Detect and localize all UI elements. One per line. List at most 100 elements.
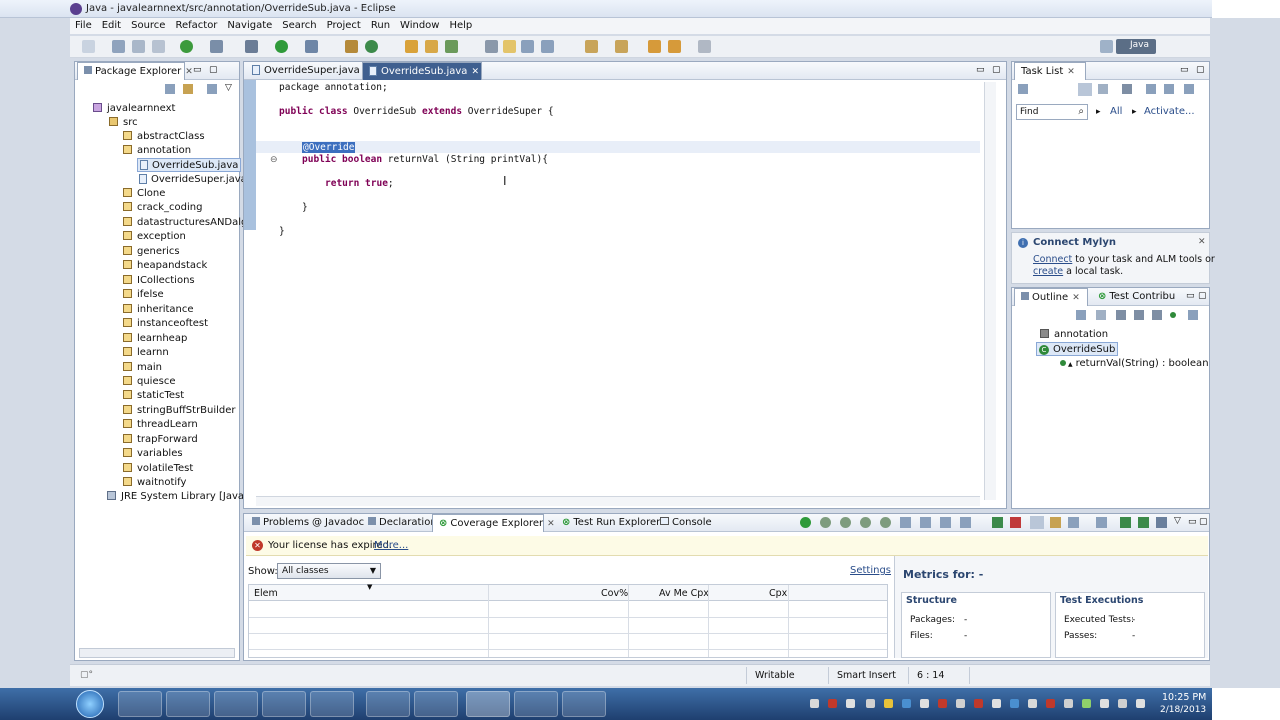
taskbar-powerpoint-icon[interactable] <box>514 691 558 717</box>
taskbar-eclipse-icon[interactable] <box>466 691 510 717</box>
next-annotation-icon[interactable] <box>585 40 598 53</box>
taskbar-chrome-icon[interactable] <box>166 691 210 717</box>
report-options-icon[interactable] <box>1068 517 1079 528</box>
collapse-all-icon[interactable] <box>165 84 175 94</box>
chevron-down-icon[interactable]: ▽ <box>225 83 232 93</box>
taskbar-explorer-icon[interactable] <box>214 691 258 717</box>
tab-package-explorer[interactable]: Package Explorer ✕ <box>77 62 193 80</box>
menu-source[interactable]: Source <box>126 18 170 33</box>
coverage-filter-icon[interactable] <box>900 517 911 528</box>
tree-package[interactable]: annotation <box>123 144 191 158</box>
outline-class-selected[interactable]: C OverrideSub <box>1036 342 1119 356</box>
coverage-debug-icon[interactable] <box>820 517 831 528</box>
tree-package[interactable]: main <box>123 361 162 375</box>
new-task-icon[interactable] <box>1018 84 1028 94</box>
start-button[interactable] <box>76 690 104 718</box>
tray-icon-12[interactable] <box>1010 699 1019 708</box>
hide-nonpublic-icon[interactable] <box>1152 310 1162 320</box>
clock-time[interactable]: 10:25 PM <box>1162 692 1206 703</box>
outline-method[interactable]: ▲ returnVal(String) : boolean <box>1060 357 1209 371</box>
pin-icon[interactable] <box>992 517 1003 528</box>
link-editor-icon[interactable] <box>1188 310 1198 320</box>
tree-package[interactable]: datastructuresANDalgo <box>123 216 254 230</box>
search-tool-icon[interactable] <box>305 40 318 53</box>
tab-console[interactable]: Console <box>654 514 714 532</box>
close-icon[interactable]: ✕ <box>1072 293 1080 303</box>
column-header-elem[interactable]: Elem <box>254 588 278 599</box>
column-header-cov[interactable]: Cov% <box>601 588 628 599</box>
tree-project[interactable]: javalearnnext <box>93 102 175 116</box>
expand-icon[interactable] <box>1164 84 1174 94</box>
tab-test-run-explorer[interactable]: ⊗ Test Run Explorer <box>556 514 660 532</box>
categorized-icon[interactable] <box>1078 83 1092 96</box>
code-line-5[interactable]: return true; <box>325 178 394 189</box>
link-editor-icon[interactable] <box>183 84 193 94</box>
menu-help[interactable]: Help <box>444 18 477 33</box>
menu-project[interactable]: Project <box>322 18 366 33</box>
tree-jre[interactable]: JRE System Library [JavaSE- <box>107 490 260 504</box>
menu-file[interactable]: File <box>70 18 97 33</box>
taskbar-ie-icon[interactable] <box>118 691 162 717</box>
show-whitespace-icon[interactable] <box>541 40 554 53</box>
tree-file-selected[interactable]: OverrideSub.java <box>137 158 242 172</box>
tree-package[interactable]: quiesce <box>123 375 175 389</box>
tray-icon-11[interactable] <box>992 699 1001 708</box>
column-header-cpx[interactable]: Cpx <box>769 588 787 599</box>
sort-icon[interactable] <box>1096 310 1106 320</box>
minimize-icon[interactable]: ▭ <box>976 65 985 75</box>
menu-edit[interactable]: Edit <box>97 18 126 33</box>
taskbar-notes-icon[interactable] <box>562 691 606 717</box>
tab-coverage-explorer[interactable]: ⊗ Coverage Explorer ✕ <box>432 514 555 532</box>
highlight-coverage-icon[interactable] <box>1120 517 1131 528</box>
coverage-settings-icon[interactable] <box>880 517 891 528</box>
chevron-down-icon[interactable]: ▽ <box>1174 516 1181 526</box>
tree-package[interactable]: ICollections <box>123 274 195 288</box>
tree-package[interactable]: staticTest <box>123 389 184 403</box>
fast-view-icon[interactable]: ▢° <box>80 670 93 680</box>
tab-task-list[interactable]: Task List ✕ <box>1014 62 1086 80</box>
tray-icon-9[interactable] <box>956 699 965 708</box>
tab-javadoc[interactable]: @ Javadoc <box>306 514 364 532</box>
tray-icon-2[interactable] <box>828 699 837 708</box>
layout-toggle-icon[interactable] <box>1156 517 1167 528</box>
tree-package[interactable]: ifelse <box>123 288 164 302</box>
collapse-all-icon[interactable] <box>1076 310 1086 320</box>
hide-static-icon[interactable] <box>1134 310 1144 320</box>
tray-icon-15[interactable] <box>1064 699 1073 708</box>
tree-package[interactable]: generics <box>123 245 180 259</box>
code-line-7[interactable]: } <box>279 226 285 237</box>
tab-overridesub[interactable]: OverrideSub.java ✕ <box>362 62 482 80</box>
view-layout-icon[interactable] <box>1030 516 1044 529</box>
tree-package[interactable]: exception <box>123 230 186 244</box>
tree-package[interactable]: learnn <box>123 346 169 360</box>
tray-icon-17[interactable] <box>1100 699 1109 708</box>
close-icon[interactable]: ✕ <box>471 67 479 77</box>
new-package-icon[interactable] <box>345 40 358 53</box>
new-icon[interactable] <box>82 40 95 53</box>
filter-icon[interactable] <box>1122 84 1132 94</box>
tree-package[interactable]: trapForward <box>123 433 198 447</box>
all-toggle-icon[interactable]: ▸ <box>1096 107 1101 117</box>
minimize-icon[interactable]: ▭ <box>1186 291 1195 301</box>
tray-icon-6[interactable] <box>902 699 911 708</box>
external-tools-icon[interactable] <box>210 40 223 53</box>
taskbar-app-icon[interactable] <box>366 691 410 717</box>
tab-test-contribu[interactable]: ⊗ Test Contribu <box>1092 288 1184 306</box>
tree-package[interactable]: variables <box>123 447 183 461</box>
tab-problems[interactable]: Problems <box>246 514 309 532</box>
vertical-scrollbar[interactable] <box>984 82 996 500</box>
minimize-icon[interactable]: ▭ <box>1188 517 1197 527</box>
coverage-refresh-icon[interactable] <box>840 517 851 528</box>
block-select-icon[interactable] <box>521 40 534 53</box>
clock-date[interactable]: 2/18/2013 <box>1160 705 1206 715</box>
create-link[interactable]: create <box>1033 266 1063 277</box>
tray-icon-7[interactable] <box>920 699 929 708</box>
more-link[interactable]: More... <box>374 540 408 551</box>
tray-icon-16[interactable] <box>1082 699 1091 708</box>
close-icon[interactable]: ✕ <box>185 67 193 77</box>
tray-icon-18[interactable] <box>1118 699 1127 708</box>
tray-icon-13[interactable] <box>1028 699 1037 708</box>
maximize-icon[interactable]: ▢ <box>1198 291 1207 301</box>
tree-package[interactable]: instanceoftest <box>123 317 208 331</box>
tray-icon-14[interactable] <box>1046 699 1055 708</box>
